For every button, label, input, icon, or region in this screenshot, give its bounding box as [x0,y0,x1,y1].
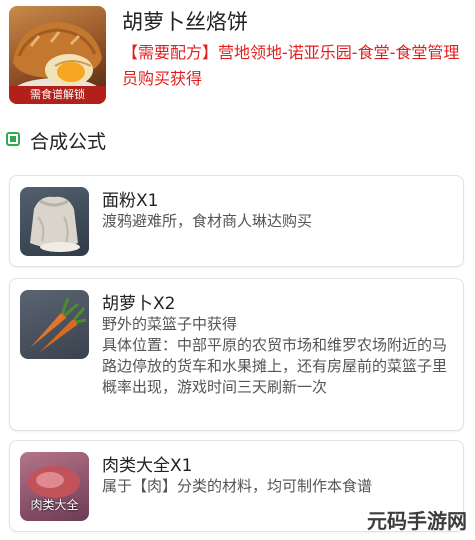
ingredient-card-flour[interactable]: 面粉X1 渡鸦避难所，食材商人琳达购买 [9,175,464,267]
site-watermark: 元码手游网 [367,509,467,533]
carrot-icon [20,290,89,359]
ingredient-card-carrot[interactable]: 胡萝卜X2 野外的菜篮子中获得 具体位置：中部平原的农贸市场和维罗农场附近的马路… [9,278,464,431]
meat-icon: 肉类大全 [20,452,89,521]
recipe-title: 胡萝卜丝烙饼 [122,10,248,34]
ingredient-source: 属于【肉】分类的材料，均可制作本食谱 [102,477,373,495]
unlock-badge: 需食谱解锁 [9,86,106,104]
section-square-icon [6,132,20,146]
requirement-tag: 【需要配方】 [122,43,219,62]
ingredient-name: 胡萝卜X2 [102,294,176,314]
recipe-header: 需食谱解锁 胡萝卜丝烙饼 【需要配方】营地领地-诺亚乐园-食堂-食堂管理员购买获… [0,0,475,112]
ingredient-source: 野外的菜篮子中获得 具体位置：中部平原的农贸市场和维罗农场附近的马路边停放的货车… [102,315,448,396]
bread-dish-image: 需食谱解锁 [9,6,106,104]
meat-thumb-label: 肉类大全 [30,498,79,512]
ingredient-name: 面粉X1 [102,191,159,211]
ingredient-name: 肉类大全X1 [102,456,193,476]
ingredient-source: 渡鸦避难所，食材商人琳达购买 [102,212,313,230]
section-title: 合成公式 [30,131,107,153]
flour-sack-icon [20,187,89,256]
recipe-requirement: 【需要配方】营地领地-诺亚乐园-食堂-食堂管理员购买获得 [122,40,467,92]
